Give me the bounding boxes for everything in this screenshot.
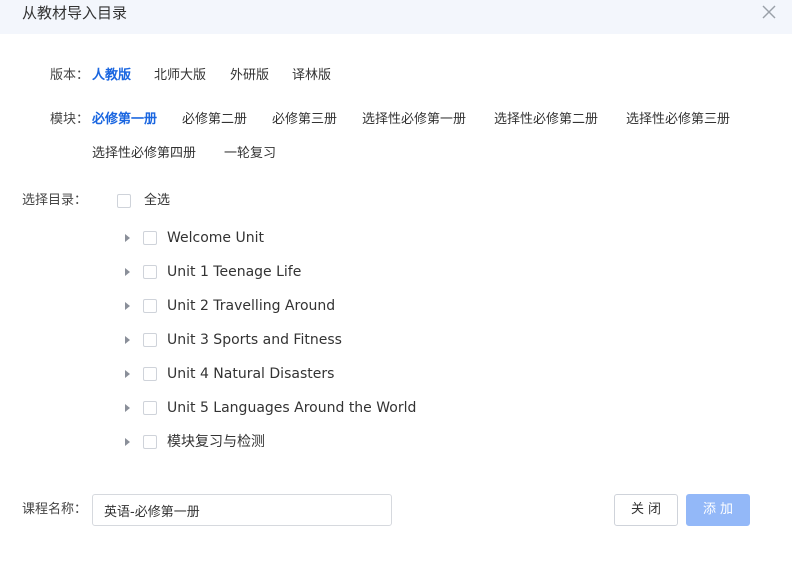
tree-item-checkbox[interactable]: [143, 265, 157, 279]
tree-item-checkbox[interactable]: [143, 333, 157, 347]
expand-arrow-icon[interactable]: [125, 370, 130, 378]
tree-item-checkbox[interactable]: [143, 401, 157, 415]
module-option-1[interactable]: 必修第一册: [92, 112, 157, 128]
catalog-label: 选择目录：: [22, 193, 88, 208]
tree-item-checkbox[interactable]: [143, 367, 157, 381]
course-name-label: 课程名称：: [22, 502, 88, 517]
expand-arrow-icon[interactable]: [125, 438, 130, 446]
import-catalog-dialog: 从教材导入目录 版本： 人教版 北师大版 外研版 译林版 模块： 必修第一册 必…: [0, 0, 792, 570]
course-name-input[interactable]: [92, 494, 392, 526]
module-option-6[interactable]: 选择性必修第三册: [626, 112, 730, 128]
version-option-renjiao[interactable]: 人教版: [92, 68, 131, 84]
expand-arrow-icon[interactable]: [125, 404, 130, 412]
expand-arrow-icon[interactable]: [125, 336, 130, 344]
tree-item-checkbox[interactable]: [143, 299, 157, 313]
version-option-yilin[interactable]: 译林版: [292, 68, 331, 84]
close-button[interactable]: 关闭: [614, 494, 678, 526]
dialog-title: 从教材导入目录: [22, 4, 128, 22]
module-option-3[interactable]: 必修第三册: [272, 112, 337, 128]
tree-item-checkbox[interactable]: [143, 231, 157, 245]
version-label: 版本：: [50, 68, 90, 83]
tree-item-label[interactable]: Welcome Unit: [167, 229, 264, 247]
tree-item-label[interactable]: Unit 1 Teenage Life: [167, 263, 301, 281]
close-icon[interactable]: [760, 3, 778, 21]
module-option-4[interactable]: 选择性必修第一册: [362, 112, 466, 128]
tree-item-label[interactable]: 模块复习与检测: [167, 433, 265, 451]
module-option-2[interactable]: 必修第二册: [182, 112, 247, 128]
add-button[interactable]: 添加: [686, 494, 750, 526]
tree-item-label[interactable]: Unit 3 Sports and Fitness: [167, 331, 342, 349]
tree-item-label[interactable]: Unit 2 Travelling Around: [167, 297, 335, 315]
version-option-waiyan[interactable]: 外研版: [230, 68, 269, 84]
select-all-label[interactable]: 全选: [144, 193, 170, 209]
expand-arrow-icon[interactable]: [125, 268, 130, 276]
dialog-header: 从教材导入目录: [0, 0, 792, 34]
expand-arrow-icon[interactable]: [125, 302, 130, 310]
expand-arrow-icon[interactable]: [125, 234, 130, 242]
module-option-5[interactable]: 选择性必修第二册: [494, 112, 598, 128]
module-option-8[interactable]: 一轮复习: [224, 146, 276, 162]
select-all-checkbox[interactable]: [117, 194, 131, 208]
version-option-beishida[interactable]: 北师大版: [154, 68, 206, 84]
module-label: 模块：: [50, 112, 90, 127]
tree-item-checkbox[interactable]: [143, 435, 157, 449]
tree-item-label[interactable]: Unit 4 Natural Disasters: [167, 365, 334, 383]
module-option-7[interactable]: 选择性必修第四册: [92, 146, 196, 162]
tree-item-label[interactable]: Unit 5 Languages Around the World: [167, 399, 416, 417]
